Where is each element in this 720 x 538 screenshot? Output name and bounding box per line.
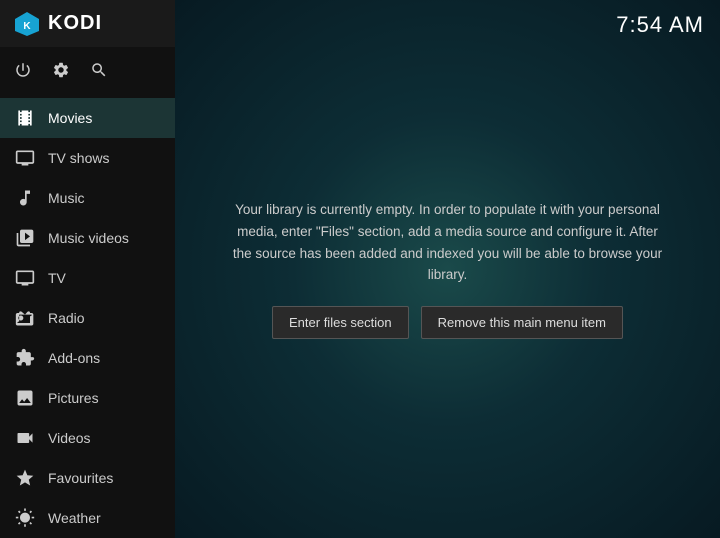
sidebar-item-music-label: Music [48, 190, 85, 206]
sidebar-item-favourites-label: Favourites [48, 470, 113, 486]
sidebar: K KODI [0, 0, 175, 538]
sidebar-header: K KODI [0, 0, 175, 47]
tv-icon [14, 267, 36, 289]
favourites-icon [14, 467, 36, 489]
sidebar-controls [0, 47, 175, 98]
sidebar-nav: Movies TV shows Music [0, 98, 175, 538]
music-icon [14, 187, 36, 209]
search-icon[interactable] [90, 61, 108, 84]
sidebar-item-pictures-label: Pictures [48, 390, 99, 406]
main-content: 7:54 AM Your library is currently empty.… [175, 0, 720, 538]
sidebar-item-addons-label: Add-ons [48, 350, 100, 366]
sidebar-item-videos-label: Videos [48, 430, 91, 446]
tv-shows-icon [14, 147, 36, 169]
sidebar-item-favourites[interactable]: Favourites [0, 458, 175, 498]
sidebar-item-tv-shows-label: TV shows [48, 150, 109, 166]
sidebar-item-tv-label: TV [48, 270, 66, 286]
library-empty-message: Your library is currently empty. In orde… [208, 179, 688, 358]
sidebar-item-tv-shows[interactable]: TV shows [0, 138, 175, 178]
sidebar-item-radio[interactable]: Radio [0, 298, 175, 338]
sidebar-item-music[interactable]: Music [0, 178, 175, 218]
sidebar-item-radio-label: Radio [48, 310, 85, 326]
kodi-logo-icon: K [14, 11, 40, 37]
remove-menu-item-button[interactable]: Remove this main menu item [421, 306, 623, 339]
sidebar-item-videos[interactable]: Videos [0, 418, 175, 458]
app-title: KODI [48, 12, 102, 35]
sidebar-item-music-videos-label: Music videos [48, 230, 129, 246]
weather-icon [14, 507, 36, 529]
music-videos-icon [14, 227, 36, 249]
addons-icon [14, 347, 36, 369]
radio-icon [14, 307, 36, 329]
settings-icon[interactable] [52, 61, 70, 84]
movies-icon [14, 107, 36, 129]
sidebar-item-movies[interactable]: Movies [0, 98, 175, 138]
enter-files-button[interactable]: Enter files section [272, 306, 409, 339]
svg-text:K: K [23, 21, 31, 32]
power-icon[interactable] [14, 61, 32, 84]
action-buttons: Enter files section Remove this main men… [228, 306, 668, 339]
pictures-icon [14, 387, 36, 409]
sidebar-item-movies-label: Movies [48, 110, 92, 126]
sidebar-item-pictures[interactable]: Pictures [0, 378, 175, 418]
clock-display: 7:54 AM [616, 12, 704, 38]
sidebar-item-weather-label: Weather [48, 510, 101, 526]
videos-icon [14, 427, 36, 449]
sidebar-item-music-videos[interactable]: Music videos [0, 218, 175, 258]
sidebar-item-tv[interactable]: TV [0, 258, 175, 298]
message-body: Your library is currently empty. In orde… [228, 199, 668, 285]
sidebar-item-weather[interactable]: Weather [0, 498, 175, 538]
sidebar-item-add-ons[interactable]: Add-ons [0, 338, 175, 378]
